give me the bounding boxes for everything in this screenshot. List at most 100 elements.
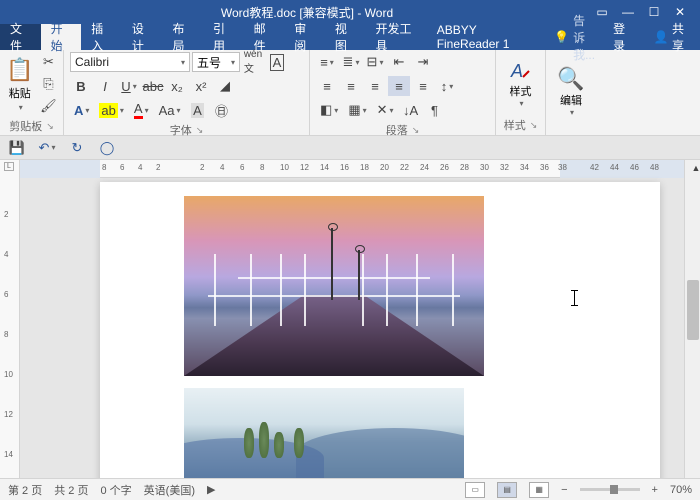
save-button[interactable]: 💾	[6, 138, 28, 158]
scroll-thumb[interactable]	[687, 280, 699, 340]
font-color-button[interactable]: A▾	[130, 100, 153, 120]
ruler-tick: 36	[540, 163, 549, 172]
svg-text:A: A	[510, 61, 523, 81]
tab-mailings[interactable]: 邮件	[244, 24, 285, 50]
zoom-level[interactable]: 70%	[670, 484, 692, 496]
view-web-button[interactable]: ▦	[529, 482, 549, 498]
tab-review[interactable]: 审阅	[284, 24, 325, 50]
login-button[interactable]: 登录	[603, 24, 644, 50]
tab-view[interactable]: 视图	[325, 24, 366, 50]
numbering-button[interactable]: ≣▾	[340, 52, 362, 72]
align-left-button[interactable]: ≡	[316, 76, 338, 96]
tab-design[interactable]: 设计	[122, 24, 163, 50]
distribute-icon: ≡	[419, 79, 427, 94]
bullets-icon: ≡	[320, 55, 328, 70]
increase-indent-button[interactable]: ⇥	[412, 52, 434, 72]
group-paragraph: ≡▾ ≣▾ ⊟▾ ⇤ ⇥ ≡ ≡ ≡ ≡ ≡ ↕▾ ◧▾ ▦▾ ✕▾ ↓A ¶	[310, 50, 496, 135]
tab-file[interactable]: 文件	[0, 24, 41, 50]
underline-icon: U	[121, 79, 130, 94]
styles-button[interactable]: A 样式▾	[502, 52, 539, 115]
dialog-launcher-icon[interactable]: ↘	[46, 121, 54, 132]
status-word-count[interactable]: 0 个字	[100, 482, 131, 498]
status-total-pages[interactable]: 共 2 页	[54, 482, 88, 498]
tab-selector[interactable]: L	[4, 162, 14, 171]
page[interactable]	[100, 182, 660, 500]
statusbar: 第 2 页 共 2 页 0 个字 英语(美国) ▶ ▭ ▤ ▦ − + 70%	[0, 478, 700, 500]
tab-references[interactable]: 引用	[203, 24, 244, 50]
font-color-icon: A	[134, 101, 143, 119]
scroll-up-icon[interactable]: ▲	[685, 160, 700, 176]
maximize-icon[interactable]: ☐	[642, 2, 666, 22]
subscript-button[interactable]: x₂	[166, 76, 188, 96]
status-macro-icon[interactable]: ▶	[207, 483, 215, 496]
bold-icon: B	[76, 79, 85, 94]
bold-button[interactable]: B	[70, 76, 92, 96]
vertical-ruler[interactable]: L 2468101214	[0, 160, 20, 500]
dialog-launcher-icon[interactable]: ↘	[412, 125, 420, 136]
grow-font-button[interactable]: Aa▾	[155, 100, 185, 120]
shading-button[interactable]: ◧▾	[316, 100, 342, 120]
char-border-button[interactable]: A	[266, 52, 288, 72]
font-name-input[interactable]: Calibri▾	[70, 52, 190, 72]
inserted-image-pier[interactable]	[184, 196, 484, 376]
font-size-input[interactable]: 五号▾	[192, 52, 240, 72]
redo-button[interactable]: ↻	[66, 138, 88, 158]
zoom-in-button[interactable]: +	[652, 484, 658, 496]
cut-button[interactable]: ✂	[37, 52, 59, 72]
decrease-indent-button[interactable]: ⇤	[388, 52, 410, 72]
dialog-launcher-icon[interactable]: ↘	[530, 120, 538, 131]
zoom-slider[interactable]	[580, 488, 640, 491]
ruler-tick: 10	[280, 163, 289, 172]
format-painter-button[interactable]: 🖌	[37, 96, 59, 116]
copy-button[interactable]: ⎘	[37, 74, 59, 94]
underline-button[interactable]: U▾	[118, 76, 140, 96]
show-marks-button[interactable]: ¶	[424, 100, 446, 120]
tab-layout[interactable]: 布局	[162, 24, 203, 50]
tab-insert[interactable]: 插入	[81, 24, 122, 50]
status-language[interactable]: 英语(美国)	[144, 482, 195, 498]
align-center-button[interactable]: ≡	[340, 76, 362, 96]
align-center-icon: ≡	[347, 79, 355, 94]
status-page[interactable]: 第 2 页	[8, 482, 42, 498]
ruler-tick: 8	[4, 330, 8, 339]
close-icon[interactable]: ✕	[668, 2, 692, 22]
bullets-button[interactable]: ≡▾	[316, 52, 338, 72]
vertical-scrollbar[interactable]: ▲	[684, 160, 700, 500]
text-effects-button[interactable]: A▾	[70, 100, 93, 120]
tab-devtools[interactable]: 开发工具	[365, 24, 426, 50]
multilevel-button[interactable]: ⊟▾	[364, 52, 386, 72]
phonetic-guide-button[interactable]: wén文	[242, 52, 264, 72]
sort-button[interactable]: ↓A	[400, 100, 422, 120]
multilevel-icon: ⊟	[367, 54, 378, 70]
tab-abbyy[interactable]: ABBYY FineReader 1	[427, 24, 546, 50]
char-shading-button[interactable]: A	[187, 100, 209, 120]
zoom-out-button[interactable]: −	[561, 484, 567, 496]
qat-extra-button[interactable]: ◯	[96, 138, 118, 158]
group-font: Calibri▾ 五号▾ wén文 A B I U▾ abc x₂ x² ◢ A…	[64, 50, 310, 135]
distribute-button[interactable]: ≡	[412, 76, 434, 96]
dialog-launcher-icon[interactable]: ↘	[196, 125, 204, 136]
asian-layout-button[interactable]: ✕▾	[373, 100, 398, 120]
editing-button[interactable]: 🔍 编辑▾	[552, 52, 590, 131]
paste-button[interactable]: 📋 粘贴 ▾	[6, 52, 33, 116]
tell-me-search[interactable]: 💡告诉我...	[546, 24, 603, 50]
share-button[interactable]: 👤 共享	[644, 24, 700, 50]
highlight-button[interactable]: ab▾	[95, 100, 127, 120]
bucket-icon: ◧	[320, 102, 332, 118]
align-right-button[interactable]: ≡	[364, 76, 386, 96]
italic-button[interactable]: I	[94, 76, 116, 96]
superscript-button[interactable]: x²	[190, 76, 212, 96]
justify-button[interactable]: ≡	[388, 76, 410, 96]
view-read-button[interactable]: ▭	[465, 482, 485, 498]
inserted-image-watercolor[interactable]	[184, 388, 464, 478]
minimize-icon[interactable]: —	[616, 2, 640, 22]
strike-button[interactable]: abc	[142, 76, 164, 96]
view-print-button[interactable]: ▤	[497, 482, 517, 498]
tab-home[interactable]: 开始	[41, 24, 82, 50]
undo-button[interactable]: ↶▾	[36, 138, 58, 158]
line-spacing-button[interactable]: ↕▾	[436, 76, 458, 96]
enclose-char-button[interactable]: ㊐	[211, 100, 233, 120]
borders-button[interactable]: ▦▾	[344, 100, 370, 120]
horizontal-ruler[interactable]: 8642246810121416182022242628303234363842…	[20, 160, 700, 178]
clear-format-button[interactable]: ◢	[214, 76, 236, 96]
